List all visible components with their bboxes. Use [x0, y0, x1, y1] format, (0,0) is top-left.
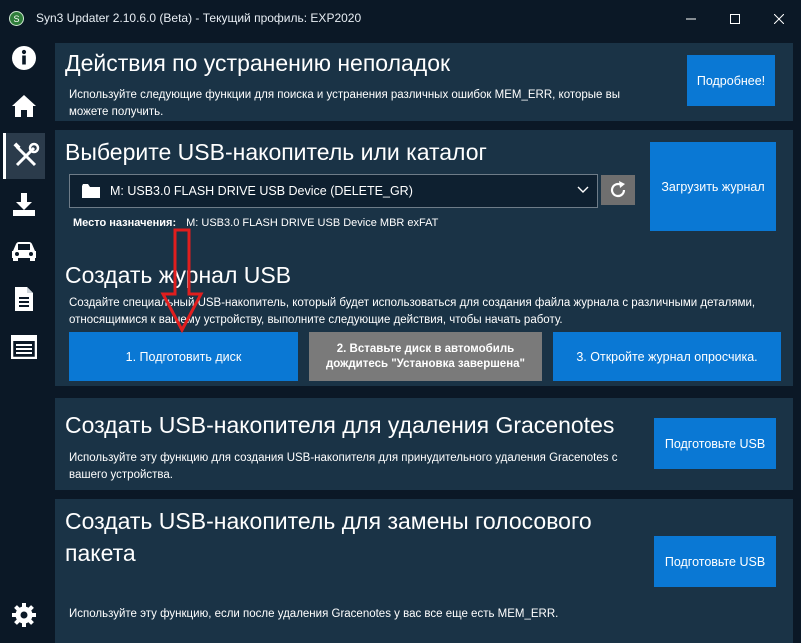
troubleshoot-description: Используйте следующие функции для поиска… [69, 89, 621, 118]
title-bar[interactable]: S Syn3 Updater 2.10.6.0 (Beta) - Текущий… [0, 0, 801, 38]
svg-text:S: S [13, 14, 19, 24]
tools-icon [12, 142, 39, 167]
voice-replace-title: Создать USB-накопитель для замены голосо… [65, 508, 592, 566]
sidebar-item-download[interactable] [4, 184, 44, 224]
download-icon [13, 193, 35, 216]
prepare-usb-gracenotes-button[interactable]: Подготовьте USB [654, 418, 776, 469]
folder-icon [82, 184, 100, 198]
sidebar-item-document[interactable] [4, 279, 44, 319]
settings-button[interactable] [4, 595, 44, 635]
troubleshoot-title: Действия по устранению неполадок [65, 50, 451, 76]
minimize-icon [686, 18, 696, 20]
gracenotes-remove-description: Используйте эту функцию для создания USB… [69, 452, 618, 481]
insert-disk-step-button[interactable]: 2. Вставьте диск в автомобиль дождитесь … [309, 332, 542, 381]
sidebar-item-tools[interactable] [3, 133, 45, 179]
minimize-button[interactable] [669, 6, 713, 32]
maximize-icon [730, 14, 740, 24]
voice-replace-description: Используйте эту функцию, если после удал… [69, 608, 559, 620]
log-icon [11, 335, 37, 359]
maximize-button[interactable] [713, 6, 757, 32]
prepare-disk-button[interactable]: 1. Подготовить диск [69, 332, 298, 381]
more-info-button[interactable]: Подробнее! [687, 55, 775, 106]
app-logo-icon: S [9, 11, 24, 26]
open-interrogator-log-button[interactable]: 3. Откройте журнал опросчика. [553, 332, 781, 381]
sidebar-item-log[interactable] [4, 327, 44, 367]
drive-dropdown-value: M: USB3.0 FLASH DRIVE USB Device (DELETE… [110, 184, 413, 198]
voice-replace-panel: Создать USB-накопитель для замены голосо… [55, 499, 793, 643]
troubleshoot-panel: Действия по устранению неполадок Использ… [55, 43, 793, 121]
drive-dropdown[interactable]: M: USB3.0 FLASH DRIVE USB Device (DELETE… [69, 174, 598, 208]
refresh-drives-button[interactable] [601, 175, 635, 205]
sidebar-item-car[interactable] [4, 231, 44, 271]
sidebar-item-home[interactable] [4, 86, 44, 126]
car-icon [12, 242, 36, 261]
usb-select-title: Выберите USB-накопитель или каталог [65, 139, 487, 165]
main-content: Действия по устранению неполадок Использ… [55, 43, 793, 643]
info-icon [12, 46, 36, 70]
close-icon [774, 14, 784, 24]
window-title: Syn3 Updater 2.10.6.0 (Beta) - Текущий п… [36, 11, 362, 25]
gear-icon [12, 603, 36, 627]
annotation-arrow-icon [160, 228, 204, 334]
close-button[interactable] [757, 6, 801, 32]
sidebar-item-info[interactable] [4, 38, 44, 78]
document-icon [15, 287, 33, 311]
destination-value: M: USB3.0 FLASH DRIVE USB Device MBR exF… [186, 217, 439, 229]
prepare-usb-voice-button[interactable]: Подготовьте USB [654, 536, 776, 587]
destination-row: Место назначения: M: USB3.0 FLASH DRIVE U… [73, 217, 438, 229]
refresh-icon [610, 181, 626, 198]
upload-log-button[interactable]: Загрузить журнал [650, 142, 776, 231]
sidebar [0, 38, 48, 643]
gracenotes-remove-title: Создать USB-накопителя для удаления Grac… [65, 412, 615, 438]
gracenotes-remove-panel: Создать USB-накопителя для удаления Grac… [55, 398, 793, 490]
chevron-down-icon [577, 186, 589, 193]
home-icon [12, 95, 36, 117]
